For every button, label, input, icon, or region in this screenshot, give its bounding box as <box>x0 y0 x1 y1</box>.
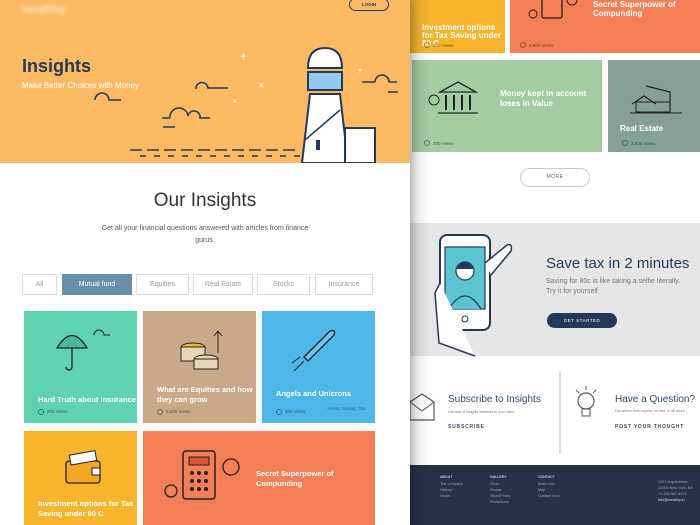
footer-address: 125 Long Avenue, 12000 New York, NY +1 2… <box>658 479 693 503</box>
filter-all[interactable]: All <box>22 274 57 295</box>
question-text: Get advice from experts, for free, in 48… <box>615 409 685 413</box>
banner-text: Saving for 80c is like taking a selfie l… <box>546 278 681 295</box>
views-count: 300 Views <box>433 140 454 146</box>
card-title: Money kept in account loses in Value <box>500 89 587 108</box>
rocket-icon <box>291 329 336 372</box>
views-count: 300 Views <box>285 409 306 414</box>
card-views: 300 Views <box>424 140 454 146</box>
views-count: 3,500 Views <box>529 42 554 48</box>
filter-insurance[interactable]: Insurance <box>315 274 373 295</box>
divider <box>559 372 561 454</box>
filter-real-estate[interactable]: Real Estate <box>193 274 253 295</box>
more-button[interactable]: MORE <box>520 168 590 187</box>
svg-text:+: + <box>357 66 363 77</box>
eye-icon <box>520 42 526 48</box>
views-count: 300 Views <box>433 42 454 48</box>
bank-icon <box>428 81 479 114</box>
coins-icon <box>180 330 223 370</box>
card-views: 3,500 Views <box>520 42 553 48</box>
subscribe-link[interactable]: SUBSCRIBE <box>448 424 485 430</box>
views-count: 3,500 Views <box>631 140 656 146</box>
card-views: 3,500 Views <box>622 140 655 146</box>
lighthouse-illustration-icon: + + × × <box>94 46 398 163</box>
eye-icon <box>157 409 163 415</box>
svg-text:+: + <box>240 49 247 63</box>
card-views: 300 Views <box>276 407 306 417</box>
address-email[interactable]: info@wealthy.in <box>658 497 693 503</box>
subscribe-text: Get best of Insights delivered to your i… <box>448 410 515 414</box>
filter-stocks[interactable]: Stocks <box>257 274 310 295</box>
card-angels-unicorns[interactable]: Angels and Unicrons 300 Views Invest, Sa… <box>262 311 375 423</box>
footer-link[interactable]: Contact form <box>538 493 560 499</box>
footer-gallery: GALLERY Flickr Picasa iStockPhoto PhotoD… <box>490 474 510 505</box>
hero: wealthy LOGIN Insights Make Better Choic… <box>0 0 410 163</box>
eye-icon <box>38 409 44 415</box>
get-started-button[interactable]: GET STARTED <box>547 313 617 328</box>
card-tags: Invest, Saving, Tax <box>327 406 365 411</box>
umbrella-icon <box>55 329 110 371</box>
card-title: Angels and Unicrons <box>276 389 352 398</box>
filter-mutual-fund[interactable]: Mutual fund <box>62 274 132 295</box>
house-icon <box>630 85 682 114</box>
card-title: Hard Truth about Insurance <box>38 395 136 404</box>
footer-link[interactable]: Vision <box>440 493 463 499</box>
wallet-icon <box>65 450 101 484</box>
subscribe-title: Subscribe to Insights <box>448 394 541 405</box>
banner-title: Save tax in 2 minutes <box>546 255 690 272</box>
footer-heading: ABOUT <box>440 475 453 479</box>
eye-icon <box>622 140 628 146</box>
section-title: Our Insights <box>153 190 257 211</box>
footer-link[interactable]: PhotoDune <box>490 499 510 505</box>
footer-heading: CONTACT <box>538 475 555 479</box>
card-title: Investment options for Tax Saving under … <box>38 499 134 518</box>
eye-icon <box>424 140 430 146</box>
card-tax-saving[interactable]: Investment options for Tax Saving under … <box>410 0 505 53</box>
footer-heading: GALLERY <box>490 475 507 479</box>
card-equities[interactable]: What are Equities and how they can grow … <box>143 311 256 423</box>
card-views: 300 Views <box>424 42 454 48</box>
calculator-icon <box>528 0 578 19</box>
card-views: 3,500 Views <box>157 407 190 417</box>
card-tax-saving[interactable]: Investment options for Tax Saving under … <box>24 431 137 525</box>
views-count: 3,500 Views <box>166 409 191 414</box>
svg-text:×: × <box>232 96 237 106</box>
section-description: Get all your financial questions answere… <box>101 225 309 244</box>
post-thought-link[interactable]: POST YOUR THOUGHT <box>615 424 684 430</box>
footer: ABOUT The company History Vision GALLERY… <box>400 465 700 525</box>
lightbulb-icon <box>575 386 597 417</box>
card-real-estate[interactable]: Real Estate 3,500 Views <box>608 60 700 152</box>
phone-selfie-icon <box>434 234 513 357</box>
card-money-kept[interactable]: Money kept in account loses in Value 300… <box>412 60 602 152</box>
save-tax-banner: Save tax in 2 minutes Saving for 80c is … <box>400 223 700 357</box>
left-page: wealthy LOGIN Insights Make Better Choic… <box>0 0 410 525</box>
right-page: Investment options for Tax Saving under … <box>400 0 700 525</box>
envelope-icon <box>409 393 435 421</box>
views-count: 200 Views <box>47 409 68 414</box>
card-views: 200 Views <box>38 407 68 417</box>
card-compounding[interactable]: Secret Superpower of Compunding <box>143 431 375 525</box>
eye-icon <box>424 42 430 48</box>
eye-icon <box>276 409 282 415</box>
card-title: Secret Superpower of Compunding <box>593 0 676 18</box>
card-title: What are Equities and how they can grow <box>157 385 253 404</box>
filter-equities[interactable]: Equities <box>136 274 189 295</box>
footer-contact: CONTACT Basic Info Map Contact form <box>538 474 560 499</box>
card-title: Real Estate <box>620 124 664 133</box>
card-compounding[interactable]: Secret Superpower of Compunding 3,500 Vi… <box>510 0 700 53</box>
question-title: Have a Question? <box>615 394 696 405</box>
calculator-icon <box>164 450 240 500</box>
footer-about: ABOUT The company History Vision <box>440 474 463 499</box>
card-insurance[interactable]: Hard Truth about Insurance 200 Views <box>24 311 137 423</box>
card-title: Secret Superpower of Compunding <box>256 469 334 488</box>
svg-text:×: × <box>258 80 264 92</box>
